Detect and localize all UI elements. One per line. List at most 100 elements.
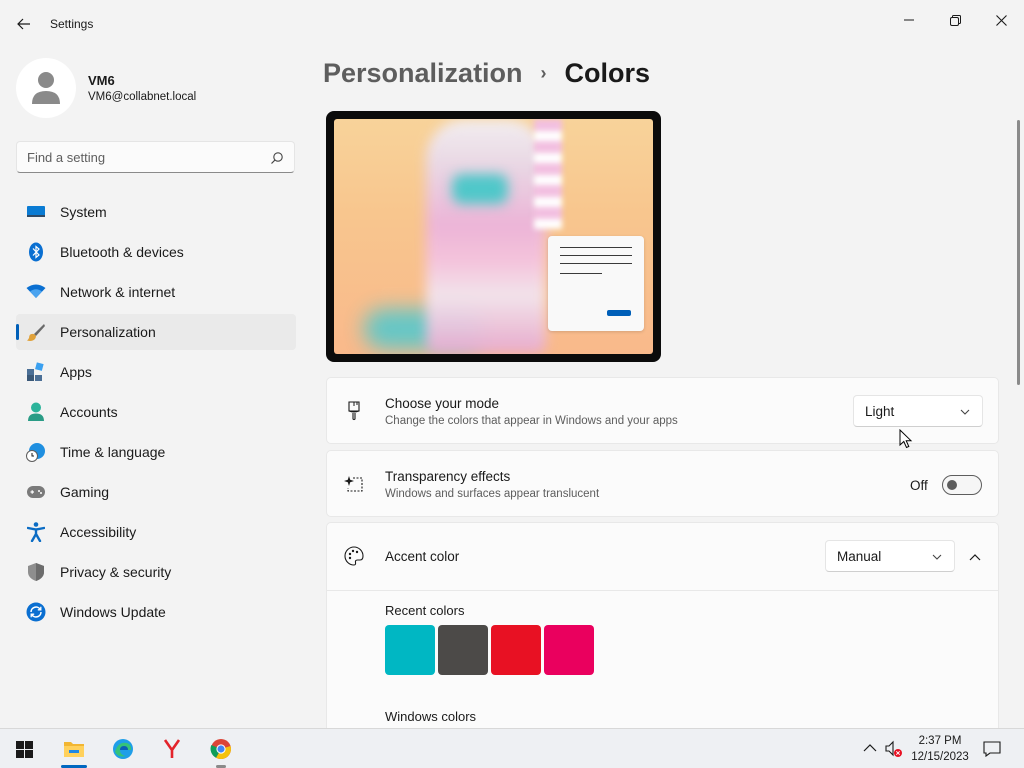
- accessibility-icon: [26, 522, 46, 542]
- sidebar-item-label: Network & internet: [60, 284, 176, 300]
- paint-brush-icon: [344, 401, 364, 421]
- back-button[interactable]: [12, 12, 36, 36]
- sidebar-item-label: Windows Update: [60, 604, 166, 620]
- minimize-icon: [904, 19, 914, 21]
- clock-date: 12/15/2023: [911, 751, 969, 763]
- sidebar-item-label: Time & language: [60, 444, 166, 460]
- sidebar-item-time-language[interactable]: Time & language: [16, 434, 296, 470]
- sidebar-item-label: Personalization: [60, 324, 156, 340]
- breadcrumb-parent[interactable]: Personalization: [323, 58, 523, 89]
- start-button[interactable]: [5, 733, 43, 765]
- collapse-accent-button[interactable]: [964, 546, 986, 568]
- chevron-down-icon: [960, 409, 970, 415]
- show-hidden-icons-chevron-icon[interactable]: [862, 740, 878, 756]
- breadcrumb-separator: ›: [540, 63, 547, 83]
- transparency-sparkle-icon: [344, 474, 364, 494]
- accounts-icon: [26, 402, 46, 422]
- user-avatar-icon: [32, 72, 60, 104]
- transparency-description: Windows and surfaces appear translucent: [385, 488, 600, 500]
- close-icon: [995, 14, 1007, 26]
- taskbar-edge[interactable]: [104, 733, 142, 765]
- recent-colors-list: [385, 625, 594, 675]
- sidebar-item-bluetooth[interactable]: Bluetooth & devices: [16, 234, 296, 270]
- sidebar-item-system[interactable]: System: [16, 194, 296, 230]
- sidebar-item-label: Accounts: [60, 404, 118, 420]
- chrome-icon: [210, 739, 231, 760]
- sidebar-item-personalization[interactable]: Personalization: [16, 314, 296, 350]
- title-bar: Settings: [0, 0, 1024, 48]
- toggle-knob: [947, 480, 957, 490]
- sidebar-nav: System Bluetooth & devices Network & int…: [16, 194, 296, 634]
- bluetooth-icon: [26, 242, 46, 262]
- mode-selected: Light: [865, 403, 895, 419]
- breadcrumb: Personalization › Colors: [323, 58, 650, 89]
- sidebar-item-label: Privacy & security: [60, 564, 172, 580]
- globe-clock-icon: [26, 442, 46, 462]
- sidebar-item-label: Apps: [60, 364, 92, 380]
- back-arrow-icon: [17, 18, 30, 30]
- close-button[interactable]: [978, 4, 1024, 36]
- color-swatch[interactable]: [491, 625, 541, 675]
- transparency-state-label: Off: [910, 478, 928, 493]
- mouse-cursor-icon: [899, 429, 913, 449]
- sidebar-item-accounts[interactable]: Accounts: [16, 394, 296, 430]
- sidebar-item-network[interactable]: Network & internet: [16, 274, 296, 310]
- taskbar-chrome[interactable]: [202, 733, 240, 768]
- theme-preview: [326, 111, 661, 362]
- transparency-toggle[interactable]: [942, 475, 982, 495]
- avatar: [16, 58, 76, 118]
- sidebar-item-label: Bluetooth & devices: [60, 244, 184, 260]
- sample-window-preview: [548, 236, 644, 331]
- sidebar-item-windows-update[interactable]: Windows Update: [16, 594, 296, 630]
- start-icon: [15, 740, 33, 758]
- update-icon: [26, 602, 46, 622]
- system-icon: [26, 202, 46, 222]
- wifi-icon: [26, 282, 46, 302]
- sidebar-item-label: Gaming: [60, 484, 110, 500]
- apps-icon: [26, 362, 46, 382]
- sidebar-item-privacy-security[interactable]: Privacy & security: [16, 554, 296, 590]
- accent-selected: Manual: [837, 548, 882, 564]
- maximize-button[interactable]: [932, 4, 978, 36]
- taskbar-file-explorer[interactable]: [55, 733, 93, 768]
- sidebar-item-gaming[interactable]: Gaming: [16, 474, 296, 510]
- minimize-button[interactable]: [886, 4, 932, 36]
- color-swatch[interactable]: [438, 625, 488, 675]
- accent-dropdown[interactable]: Manual: [825, 540, 955, 572]
- volume-muted-icon[interactable]: [884, 739, 904, 759]
- taskbar-yandex[interactable]: [153, 733, 191, 765]
- accent-color-card: Accent color Manual Recent colors Window…: [326, 522, 999, 738]
- taskbar: 2:37 PM 12/15/2023: [0, 728, 1024, 768]
- page-title: Colors: [564, 58, 651, 88]
- accent-title: Accent color: [385, 549, 460, 564]
- mode-title: Choose your mode: [385, 396, 500, 411]
- restore-icon: [949, 14, 961, 26]
- user-name: VM6: [88, 73, 115, 88]
- color-swatch[interactable]: [385, 625, 435, 675]
- mode-description: Change the colors that appear in Windows…: [385, 415, 678, 427]
- color-swatch[interactable]: [544, 625, 594, 675]
- mode-dropdown[interactable]: Light: [853, 395, 983, 427]
- vertical-scrollbar[interactable]: [1017, 120, 1020, 385]
- search-icon: [271, 152, 283, 164]
- notification-icon[interactable]: [982, 739, 1002, 759]
- brush-icon: [26, 322, 46, 342]
- system-clock[interactable]: 2:37 PM 12/15/2023: [905, 733, 975, 765]
- palette-icon: [344, 546, 364, 566]
- search-box[interactable]: [16, 141, 295, 173]
- sidebar-item-accessibility[interactable]: Accessibility: [16, 514, 296, 550]
- file-explorer-icon: [64, 742, 84, 757]
- user-profile[interactable]: VM6 VM6@collabnet.local: [16, 56, 296, 120]
- search-input[interactable]: [27, 142, 267, 172]
- gamepad-icon: [26, 482, 46, 502]
- sidebar-item-apps[interactable]: Apps: [16, 354, 296, 390]
- yandex-icon: [163, 739, 181, 758]
- user-email: VM6@collabnet.local: [88, 91, 197, 103]
- app-title: Settings: [50, 17, 94, 31]
- wallpaper-preview-image: [334, 119, 653, 354]
- recent-colors-label: Recent colors: [385, 603, 465, 618]
- clock-time: 2:37 PM: [918, 735, 962, 747]
- sidebar-item-label: Accessibility: [60, 524, 137, 540]
- transparency-title: Transparency effects: [385, 469, 511, 484]
- accent-expanded-panel: Recent colors Windows colors: [327, 590, 998, 738]
